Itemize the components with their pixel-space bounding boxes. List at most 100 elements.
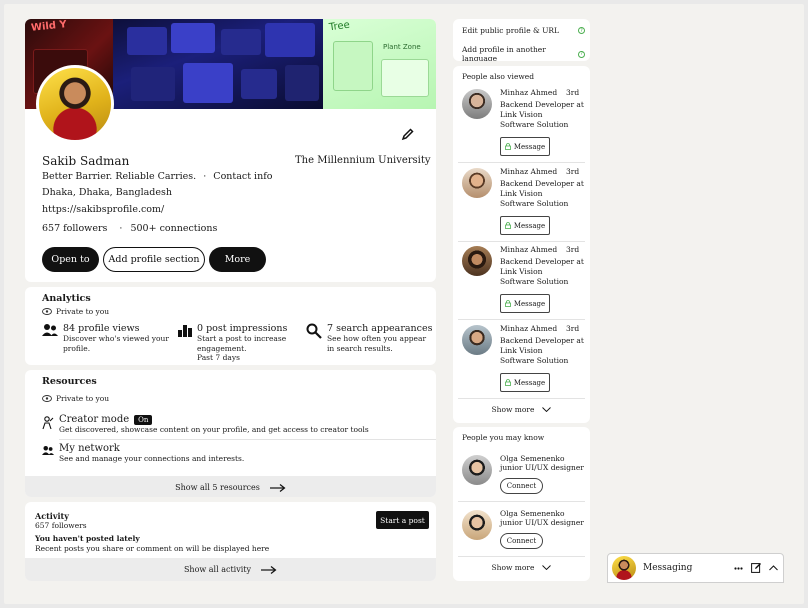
person-degree: 3rd: [566, 324, 580, 333]
show-all-resources-button[interactable]: Show all 5 resources: [25, 476, 436, 497]
arrow-right-icon: [269, 483, 286, 492]
activity-followers: 657 followers: [35, 521, 87, 530]
followers-count[interactable]: 657 followers: [42, 223, 107, 234]
message-button[interactable]: Message: [500, 137, 550, 156]
chevron-down-icon: [542, 565, 552, 570]
metric-sub: Past 7 days: [197, 353, 240, 362]
add-language-profile-link[interactable]: Add profile in another language ?: [462, 45, 585, 61]
show-all-resources-label: Show all 5 resources: [175, 483, 260, 492]
show-all-activity-button[interactable]: Show all activity: [25, 558, 436, 581]
person-role: Backend Developer at Link Vision Software …: [500, 179, 584, 208]
my-network-sub: See and manage your connections and inte…: [59, 454, 245, 463]
more-button[interactable]: More: [209, 247, 266, 272]
divider: [458, 556, 585, 557]
creator-mode-badge: On: [134, 414, 153, 425]
show-more-button[interactable]: Show more: [453, 563, 590, 572]
person-degree: 3rd: [566, 245, 580, 254]
message-label: Message: [513, 378, 546, 387]
show-all-activity-label: Show all activity: [183, 565, 252, 574]
person-role: junior UI/UX designer: [500, 518, 584, 527]
my-network-row[interactable]: My network See and manage your connectio…: [42, 443, 244, 463]
compose-icon[interactable]: [751, 562, 762, 573]
resources-card: Resources Private to you Creator mode On …: [25, 370, 436, 497]
message-button[interactable]: Message: [500, 373, 550, 392]
person-name[interactable]: Olga Semenenko: [500, 454, 565, 463]
avatar[interactable]: [462, 325, 492, 355]
connect-button[interactable]: Connect: [500, 478, 543, 494]
message-label: Message: [513, 299, 546, 308]
profile-stats: 657 followers · 500+ connections: [42, 223, 218, 234]
metric-sub: See how often you appear: [327, 334, 427, 343]
person-name[interactable]: Minhaz Ahmed: [500, 88, 557, 97]
avatar[interactable]: [462, 510, 492, 540]
creator-mode-icon: [42, 416, 54, 430]
search-icon: [306, 323, 322, 339]
profile-headline: Better Barrier. Reliable Carries.: [42, 171, 197, 182]
start-post-button[interactable]: Start a post: [376, 511, 429, 529]
metric-sub: engagement.: [197, 343, 247, 353]
person-name[interactable]: Minhaz Ahmed: [500, 324, 557, 333]
message-button[interactable]: Message: [500, 294, 550, 313]
metric-title: 0 post impressions: [197, 323, 288, 334]
bar-chart-icon: [178, 325, 192, 337]
show-more-label: Show more: [491, 405, 535, 414]
activity-title: Activity: [35, 511, 69, 521]
person-degree: 3rd: [566, 167, 580, 176]
creator-mode-row[interactable]: Creator mode On Get discovered, showcase …: [42, 414, 369, 434]
banner-text: Tree: [328, 19, 351, 34]
person-role: Backend Developer at Link Vision Software …: [500, 336, 584, 365]
lock-icon: [504, 379, 511, 386]
metric-post-impressions[interactable]: 0 post impressions Start a post to incre…: [178, 323, 287, 363]
divider: [458, 319, 585, 320]
people-icon: [42, 324, 58, 336]
person-name[interactable]: Minhaz Ahmed: [500, 167, 557, 176]
activity-empty-title: You haven't posted lately: [35, 534, 140, 543]
metric-sub: in search results.: [327, 343, 393, 353]
arrow-right-icon: [261, 565, 277, 574]
avatar[interactable]: [462, 89, 492, 119]
open-to-button[interactable]: Open to: [42, 247, 99, 272]
analytics-card: Analytics Private to you 84 profile view…: [25, 287, 436, 365]
person-name[interactable]: Olga Semenenko: [500, 509, 565, 518]
metric-search-appearances[interactable]: 7 search appearances See how often you a…: [306, 323, 432, 353]
person-role: Backend Developer at Link Vision Software …: [500, 257, 584, 286]
show-more-label: Show more: [491, 563, 535, 572]
creator-mode-sub: Get discovered, showcase content on your…: [59, 425, 369, 434]
people-icon: [42, 446, 54, 455]
help-icon: ?: [578, 27, 585, 34]
connections-count[interactable]: 500+ connections: [130, 223, 217, 234]
messaging-title: Messaging: [643, 563, 693, 573]
help-icon: ?: [578, 50, 585, 58]
activity-card: Activity 657 followers Start a post You …: [25, 502, 436, 581]
profile-avatar[interactable]: [36, 65, 114, 143]
metric-profile-views[interactable]: 84 profile views Discover who's viewed y…: [42, 323, 169, 353]
contact-info-link[interactable]: Contact info: [213, 171, 272, 182]
metric-sub: profile.: [63, 343, 91, 353]
lock-icon: [504, 300, 511, 307]
message-button[interactable]: Message: [500, 216, 550, 235]
eye-icon: [42, 308, 52, 315]
analytics-private: Private to you: [42, 307, 109, 316]
activity-empty-desc: Recent posts you share or comment on wil…: [35, 544, 270, 553]
message-label: Message: [513, 142, 546, 151]
connect-button[interactable]: Connect: [500, 533, 543, 549]
messaging-bar[interactable]: Messaging: [607, 553, 784, 583]
avatar[interactable]: [462, 455, 492, 485]
resources-private: Private to you: [42, 394, 109, 403]
profile-school[interactable]: The Millennium University: [295, 155, 431, 166]
add-profile-section-button[interactable]: Add profile section: [103, 247, 205, 272]
show-more-button[interactable]: Show more: [453, 405, 590, 414]
profile-website-link[interactable]: https://sakibsprofile.com/: [42, 204, 164, 215]
metric-title: 7 search appearances: [327, 323, 433, 334]
person-name[interactable]: Minhaz Ahmed: [500, 245, 557, 254]
more-options-icon[interactable]: [734, 567, 743, 570]
lock-icon: [504, 222, 511, 229]
divider: [458, 162, 585, 163]
avatar[interactable]: [462, 246, 492, 276]
edit-public-profile-link[interactable]: Edit public profile & URL ?: [462, 26, 585, 35]
lock-icon: [504, 143, 511, 150]
avatar[interactable]: [462, 168, 492, 198]
chevron-up-icon[interactable]: [769, 565, 778, 571]
edit-pencil-icon[interactable]: [401, 127, 415, 141]
link-label: Add profile in another language: [462, 45, 546, 61]
